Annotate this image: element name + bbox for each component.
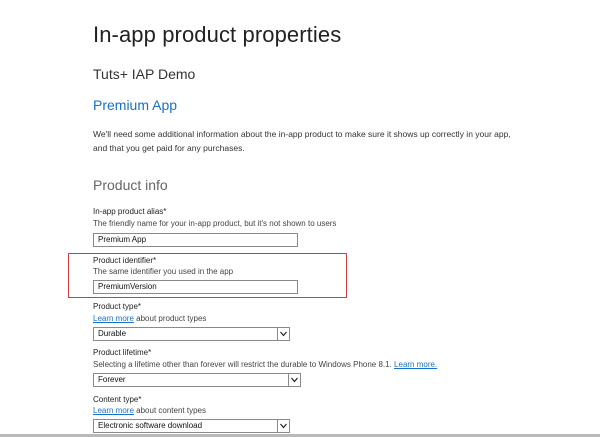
- alias-hint: The friendly name for your in-app produc…: [93, 219, 337, 228]
- lifetime-hint: Selecting a lifetime other than forever …: [93, 360, 437, 369]
- lifetime-hint-text: Selecting a lifetime other than forever …: [93, 360, 395, 369]
- premium-app-link[interactable]: Premium App: [93, 97, 177, 113]
- intro-text: We'll need some additional information a…: [93, 129, 511, 153]
- product-type-learn-more-link[interactable]: Learn more: [93, 314, 134, 323]
- product-type-select[interactable]: Durable: [93, 327, 290, 341]
- content-type-learn-more-link[interactable]: Learn more: [93, 406, 134, 415]
- page-title: In-app product properties: [93, 22, 342, 47]
- content-type-hint: Learn more about content types: [93, 406, 206, 415]
- alias-label: In-app product alias*: [93, 207, 167, 216]
- product-type-selected: Durable: [98, 329, 127, 338]
- app-name-subtitle: Tuts+ IAP Demo: [93, 66, 196, 82]
- content-type-selected: Electronic software download: [98, 421, 203, 430]
- identifier-input[interactable]: PremiumVersion: [93, 280, 298, 294]
- chevron-down-icon[interactable]: [277, 420, 289, 432]
- product-type-hint-text: about product types: [133, 314, 207, 323]
- identifier-hint: The same identifier you used in the app: [93, 267, 234, 276]
- chevron-down-icon[interactable]: [277, 328, 289, 340]
- chevron-down-icon[interactable]: [288, 374, 300, 386]
- section-title-product-info: Product info: [93, 177, 168, 193]
- lifetime-select[interactable]: Forever: [93, 373, 301, 387]
- alias-input[interactable]: Premium App: [93, 233, 298, 247]
- lifetime-label: Product lifetime*: [93, 348, 152, 357]
- product-type-label: Product type*: [93, 302, 142, 311]
- content-type-label: Content type*: [93, 395, 142, 404]
- content-type-select[interactable]: Electronic software download: [93, 419, 290, 433]
- lifetime-selected: Forever: [98, 375, 126, 384]
- product-type-hint: Learn more about product types: [93, 314, 206, 323]
- lifetime-learn-more-link[interactable]: Learn more.: [394, 360, 437, 369]
- identifier-label: Product identifier*: [93, 256, 157, 265]
- content-type-hint-text: about content types: [133, 406, 206, 415]
